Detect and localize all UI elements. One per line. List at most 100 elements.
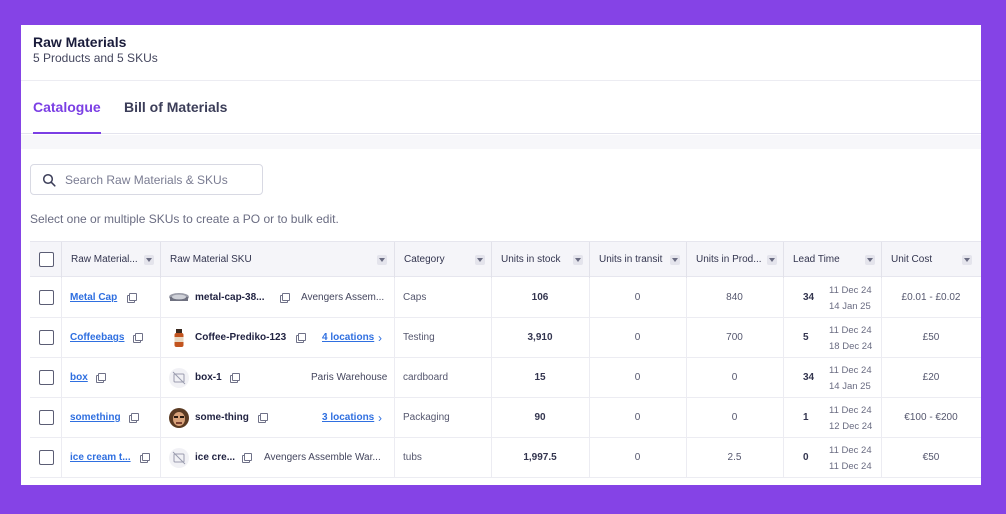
column-divider: [783, 438, 784, 478]
sku-thumbnail-metal-cap: [169, 288, 189, 308]
column-divider: [160, 318, 161, 358]
search-input[interactable]: [65, 171, 255, 189]
column-divider: [783, 358, 784, 398]
column-header-unit-cost[interactable]: Unit Cost: [881, 242, 981, 278]
sort-dropdown-icon[interactable]: [767, 255, 777, 265]
active-tab-indicator: [33, 132, 101, 134]
units-in-stock: 90: [534, 412, 546, 423]
units-in-stock: 15: [534, 372, 546, 383]
copy-icon[interactable]: [280, 293, 290, 303]
divider-band: [21, 135, 981, 149]
raw-material-name-link[interactable]: ice cream t...: [70, 438, 134, 478]
sku-location: Avengers Assem...: [301, 292, 385, 303]
units-in-stock: 106: [531, 292, 549, 303]
row-checkbox[interactable]: [39, 290, 54, 305]
column-header-label: Units in transit: [599, 254, 663, 265]
raw-material-name-link[interactable]: Metal Cap: [70, 278, 122, 318]
lead-time-end-date: 14 Jan 25: [829, 301, 871, 312]
sku-thumbnail-bottle: [169, 328, 189, 348]
column-divider: [160, 278, 161, 318]
copy-icon[interactable]: [242, 453, 252, 463]
column-header-units-in-production[interactable]: Units in Prod...: [686, 242, 783, 278]
lead-time-days: 0: [803, 452, 809, 463]
units-in-production: 2.5: [727, 452, 742, 463]
lead-time-end-date: 18 Dec 24: [829, 341, 873, 352]
raw-material-name-link[interactable]: box: [70, 358, 92, 398]
column-header-label: Unit Cost: [891, 254, 933, 265]
sort-dropdown-icon[interactable]: [573, 255, 583, 265]
column-header-label: Raw Material...: [71, 254, 138, 265]
unit-cost: £20: [922, 372, 940, 383]
column-divider: [783, 318, 784, 358]
column-header-units-in-transit[interactable]: Units in transit: [589, 242, 686, 278]
column-header-label: Units in stock: [501, 254, 561, 265]
column-divider: [394, 278, 395, 318]
category: Packaging: [403, 412, 450, 423]
sort-dropdown-icon[interactable]: [377, 255, 387, 265]
column-divider: [394, 438, 395, 478]
units-in-transit: 0: [634, 372, 641, 383]
column-header-lead-time[interactable]: Lead Time: [783, 242, 881, 278]
raw-material-name-link[interactable]: Coffeebags: [70, 318, 128, 358]
units-in-transit: 0: [634, 332, 641, 343]
sku-location: Avengers Assemble War...: [264, 452, 381, 463]
category: Caps: [403, 292, 427, 303]
column-divider: [394, 358, 395, 398]
sku-name: Coffee-Prediko-123: [195, 332, 287, 343]
table-row[interactable]: something some-thing 3 locations › Packa…: [30, 398, 981, 438]
category: cardboard: [403, 372, 449, 383]
table-row[interactable]: Metal Cap metal-cap-38... Avengers Assem…: [30, 278, 981, 318]
category: Testing: [403, 332, 435, 343]
units-in-transit: 0: [634, 412, 641, 423]
table-row[interactable]: box box-1 Paris Warehouse cardboard 15 0…: [30, 358, 981, 398]
table-header: Raw Material... Raw Material SKU Categor…: [30, 241, 981, 278]
unit-cost: £0.01 - £0.02: [901, 292, 961, 303]
chevron-right-icon[interactable]: ›: [378, 398, 388, 438]
lead-time-days: 34: [803, 372, 815, 383]
page-subtitle: 5 Products and 5 SKUs: [33, 51, 158, 65]
copy-icon[interactable]: [96, 373, 106, 383]
sort-dropdown-icon[interactable]: [475, 255, 485, 265]
table-row[interactable]: Coffeebags Coffee-Prediko-123 4 location…: [30, 318, 981, 358]
column-header-units-in-stock[interactable]: Units in stock: [491, 242, 589, 278]
row-checkbox[interactable]: [39, 330, 54, 345]
column-header-label: Raw Material SKU: [170, 254, 252, 265]
column-header-raw-material[interactable]: Raw Material...: [61, 242, 160, 278]
table-row[interactable]: ice cream t... ice cre... Avengers Assem…: [30, 438, 981, 478]
unit-cost: £50: [922, 332, 940, 343]
copy-icon[interactable]: [258, 413, 268, 423]
copy-icon[interactable]: [129, 413, 139, 423]
column-header-category[interactable]: Category: [394, 242, 491, 278]
row-checkbox[interactable]: [39, 370, 54, 385]
lead-time-start-date: 11 Dec 24: [829, 445, 872, 456]
units-in-transit: 0: [634, 452, 641, 463]
copy-icon[interactable]: [140, 453, 150, 463]
sort-dropdown-icon[interactable]: [144, 255, 154, 265]
lead-time-end-date: 11 Dec 24: [829, 461, 872, 472]
column-header-sku[interactable]: Raw Material SKU: [160, 242, 394, 278]
category: tubs: [403, 452, 422, 463]
sku-locations-link[interactable]: 3 locations: [322, 398, 378, 438]
units-in-production: 0: [731, 412, 738, 423]
tab-bill-of-materials[interactable]: Bill of Materials: [124, 99, 227, 115]
copy-icon[interactable]: [127, 293, 137, 303]
sku-thumbnail-face: [169, 408, 189, 428]
sku-locations-link[interactable]: 4 locations: [322, 318, 378, 358]
copy-icon[interactable]: [230, 373, 240, 383]
row-checkbox[interactable]: [39, 450, 54, 465]
sort-dropdown-icon[interactable]: [670, 255, 680, 265]
raw-material-name-link[interactable]: something: [70, 398, 124, 438]
lead-time-days: 34: [803, 292, 815, 303]
sort-dropdown-icon[interactable]: [865, 255, 875, 265]
units-in-transit: 0: [634, 292, 641, 303]
row-checkbox[interactable]: [39, 410, 54, 425]
copy-icon[interactable]: [133, 333, 143, 343]
raw-materials-panel: Raw Materials 5 Products and 5 SKUs Cata…: [21, 25, 981, 485]
copy-icon[interactable]: [296, 333, 306, 343]
search-box[interactable]: [30, 164, 263, 195]
column-divider: [783, 398, 784, 438]
tab-catalogue[interactable]: Catalogue: [33, 99, 101, 115]
chevron-right-icon[interactable]: ›: [378, 318, 388, 358]
select-all-checkbox[interactable]: [39, 252, 54, 267]
sort-dropdown-icon[interactable]: [962, 255, 972, 265]
